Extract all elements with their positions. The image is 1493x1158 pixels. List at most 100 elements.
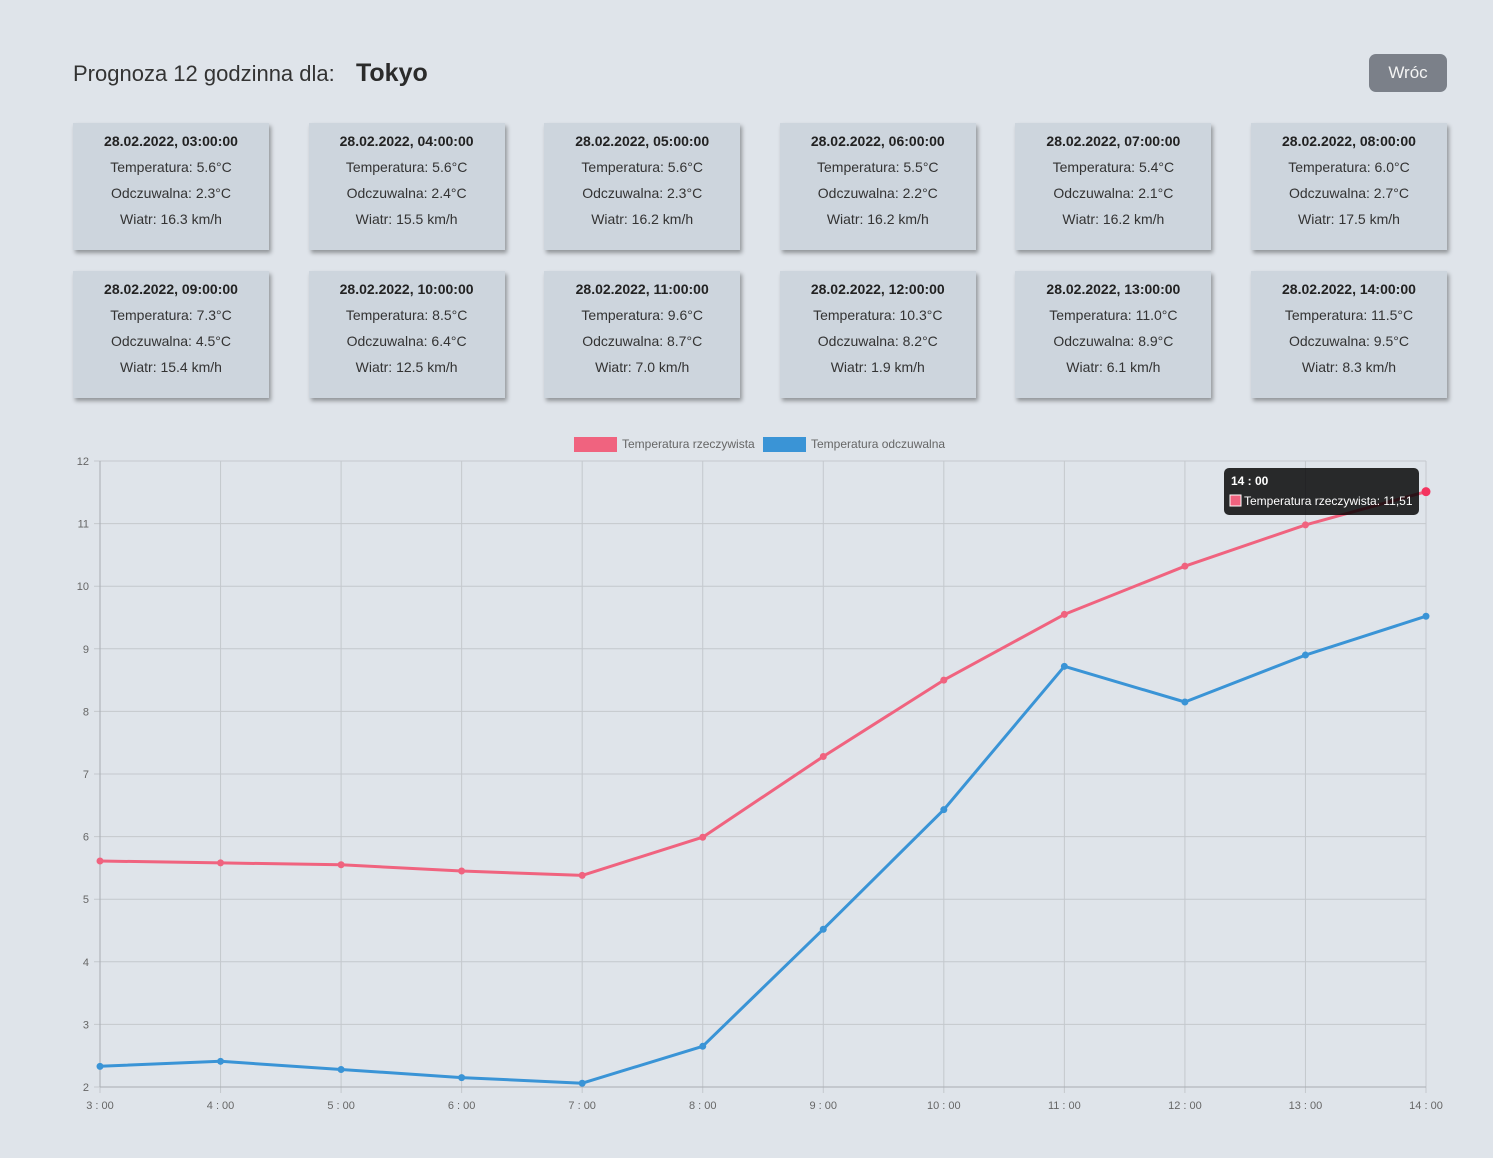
forecast-time: 28.02.2022, 13:00:00: [1046, 281, 1181, 297]
y-tick-label: 4: [83, 957, 89, 969]
series-line: [99, 614, 1427, 1085]
data-point: [699, 833, 707, 841]
data-point: [819, 925, 827, 933]
forecast-wind: Wiatr: 1.9 km/h: [830, 359, 925, 375]
forecast-feels-like: Odczuwalna: 2.7°C: [1288, 185, 1409, 201]
y-tick-label: 5: [83, 894, 89, 906]
forecast-temperature: Temperatura: 10.3°C: [813, 307, 943, 323]
data-point: [699, 1042, 707, 1050]
forecast-temperature: Temperatura: 5.6°C: [110, 159, 232, 175]
forecast-card: 28.02.2022, 08:00:00 Temperatura: 6.0°C …: [1250, 123, 1447, 250]
forecast-temperature: Temperatura: 7.3°C: [110, 307, 232, 323]
forecast-wind: Wiatr: 16.2 km/h: [1062, 211, 1165, 227]
forecast-wind: Wiatr: 7.0 km/h: [595, 359, 690, 375]
forecast-time: 28.02.2022, 10:00:00: [339, 281, 474, 297]
data-point: [1181, 698, 1189, 706]
forecast-wind: Wiatr: 12.5 km/h: [355, 359, 458, 375]
y-tick-label: 6: [83, 832, 89, 844]
forecast-feels-like: Odczuwalna: 8.9°C: [1053, 333, 1174, 349]
forecast-time: 28.02.2022, 11:00:00: [575, 281, 709, 297]
forecast-time: 28.02.2022, 08:00:00: [1282, 133, 1416, 149]
tooltip-text: Temperatura rzeczywista: 11,51: [1244, 494, 1413, 508]
y-tick-label: 3: [83, 1019, 89, 1031]
back-button[interactable]: Wróc: [1369, 54, 1447, 92]
forecast-card: 28.02.2022, 11:00:00 Temperatura: 9.6°C …: [544, 271, 741, 398]
forecast-card: 28.02.2022, 03:00:00 Temperatura: 5.6°C …: [73, 123, 269, 250]
forecast-card: 28.02.2022, 05:00:00 Temperatura: 5.6°C …: [544, 123, 741, 250]
forecast-feels-like: Odczuwalna: 2.1°C: [1053, 185, 1174, 201]
data-point: [458, 867, 466, 875]
x-tick-label: 9 : 00: [810, 1100, 838, 1112]
forecast-wind: Wiatr: 15.4 km/h: [120, 359, 222, 375]
forecast-card: 28.02.2022, 06:00:00 Temperatura: 5.5°C …: [779, 123, 976, 250]
data-point: [940, 806, 948, 814]
temperature-chart[interactable]: 2 3 4 5 6 7 8 9 10 11 12 3 : 00 4 : 00 5 : 00 6 : 00 7 …: [60, 430, 1460, 1130]
forecast-card: 28.02.2022, 09:00:00 Temperatura: 7.3°C …: [73, 271, 269, 398]
y-tick-label: 7: [83, 769, 89, 781]
forecast-cards: 28.02.2022, 03:00:00 Temperatura: 5.6°C …: [73, 123, 1447, 398]
x-tick-label: 6 : 00: [448, 1100, 476, 1112]
data-point: [819, 752, 827, 760]
forecast-temperature: Temperatura: 5.4°C: [1052, 159, 1175, 175]
y-tick-label: 9: [83, 644, 89, 656]
forecast-label: Prognoza 12 godzinna dla:: [73, 61, 335, 86]
forecast-feels-like: Odczuwalna: 8.7°C: [582, 333, 703, 349]
data-point: [1422, 612, 1430, 620]
y-tick-label: 12: [77, 456, 89, 468]
data-point: [578, 1079, 586, 1087]
legend-label: Temperatura odczuwalna: [811, 437, 945, 451]
data-point: [337, 1065, 345, 1073]
city-name: Tokyo: [356, 59, 428, 87]
header: Prognoza 12 godzinna dla: Tokyo Wróc: [73, 52, 1447, 94]
forecast-feels-like: Odczuwalna: 8.2°C: [817, 333, 938, 349]
forecast-time: 28.02.2022, 06:00:00: [810, 133, 945, 149]
forecast-time: 28.02.2022, 03:00:00: [104, 133, 238, 149]
chart-legend: Temperatura rzeczywista Temperatura odczu…: [574, 437, 945, 452]
forecast-feels-like: Odczuwalna: 4.5°C: [111, 333, 231, 349]
forecast-time: 28.02.2022, 05:00:00: [575, 133, 710, 149]
forecast-time: 28.02.2022, 04:00:00: [339, 133, 474, 149]
data-point: [1301, 521, 1309, 529]
data-point: [578, 871, 586, 879]
forecast-wind: Wiatr: 6.1 km/h: [1066, 359, 1161, 375]
forecast-wind: Wiatr: 16.2 km/h: [826, 211, 929, 227]
forecast-card: 28.02.2022, 14:00:00 Temperatura: 11.5°C…: [1250, 271, 1447, 398]
forecast-feels-like: Odczuwalna: 2.4°C: [346, 185, 467, 201]
forecast-wind: Wiatr: 17.5 km/h: [1298, 211, 1400, 227]
data-point: [337, 861, 345, 869]
forecast-card: 28.02.2022, 07:00:00 Temperatura: 5.4°C …: [1015, 123, 1212, 250]
forecast-card: 28.02.2022, 12:00:00 Temperatura: 10.3°C…: [779, 271, 976, 398]
y-tick-label: 8: [83, 706, 89, 718]
data-point: [217, 1057, 225, 1065]
data-point: [96, 1062, 104, 1070]
forecast-temperature: Temperatura: 6.0°C: [1288, 159, 1410, 175]
y-tick-label: 2: [83, 1082, 89, 1094]
chart-series: [96, 487, 1431, 1087]
forecast-wind: Wiatr: 8.3 km/h: [1301, 359, 1397, 375]
data-point: [1060, 610, 1068, 618]
x-tick-label: 11 : 00: [1048, 1100, 1081, 1112]
x-tick-label: 13 : 00: [1289, 1100, 1323, 1112]
forecast-wind: Wiatr: 15.5 km/h: [355, 211, 458, 227]
forecast-temperature: Temperatura: 5.6°C: [581, 159, 703, 175]
data-point: [1060, 662, 1068, 670]
tooltip-title: 14 : 00: [1231, 474, 1269, 488]
forecast-feels-like: Odczuwalna: 9.5°C: [1288, 333, 1409, 349]
forecast-feels-like: Odczuwalna: 6.4°C: [346, 333, 467, 349]
x-tick-label: 14 : 00: [1409, 1100, 1443, 1112]
forecast-temperature: Temperatura: 5.6°C: [345, 159, 468, 175]
series-line: [99, 490, 1427, 877]
forecast-temperature: Temperatura: 5.5°C: [817, 159, 939, 175]
data-point: [217, 859, 225, 867]
y-tick-label: 11: [78, 519, 89, 531]
forecast-temperature: Temperatura: 11.0°C: [1049, 307, 1178, 323]
hovered-data-point: [1421, 487, 1431, 497]
data-point: [1181, 562, 1189, 570]
forecast-card: 28.02.2022, 13:00:00 Temperatura: 11.0°C…: [1015, 271, 1212, 398]
forecast-time: 28.02.2022, 09:00:00: [104, 281, 238, 297]
x-tick-label: 7 : 00: [568, 1100, 596, 1112]
data-point: [458, 1074, 466, 1082]
chart-tooltip: 14 : 00 Temperatura rzeczywista: 11,51: [1224, 468, 1419, 515]
data-point: [1301, 651, 1309, 659]
x-tick-label: 10 : 00: [927, 1100, 961, 1112]
